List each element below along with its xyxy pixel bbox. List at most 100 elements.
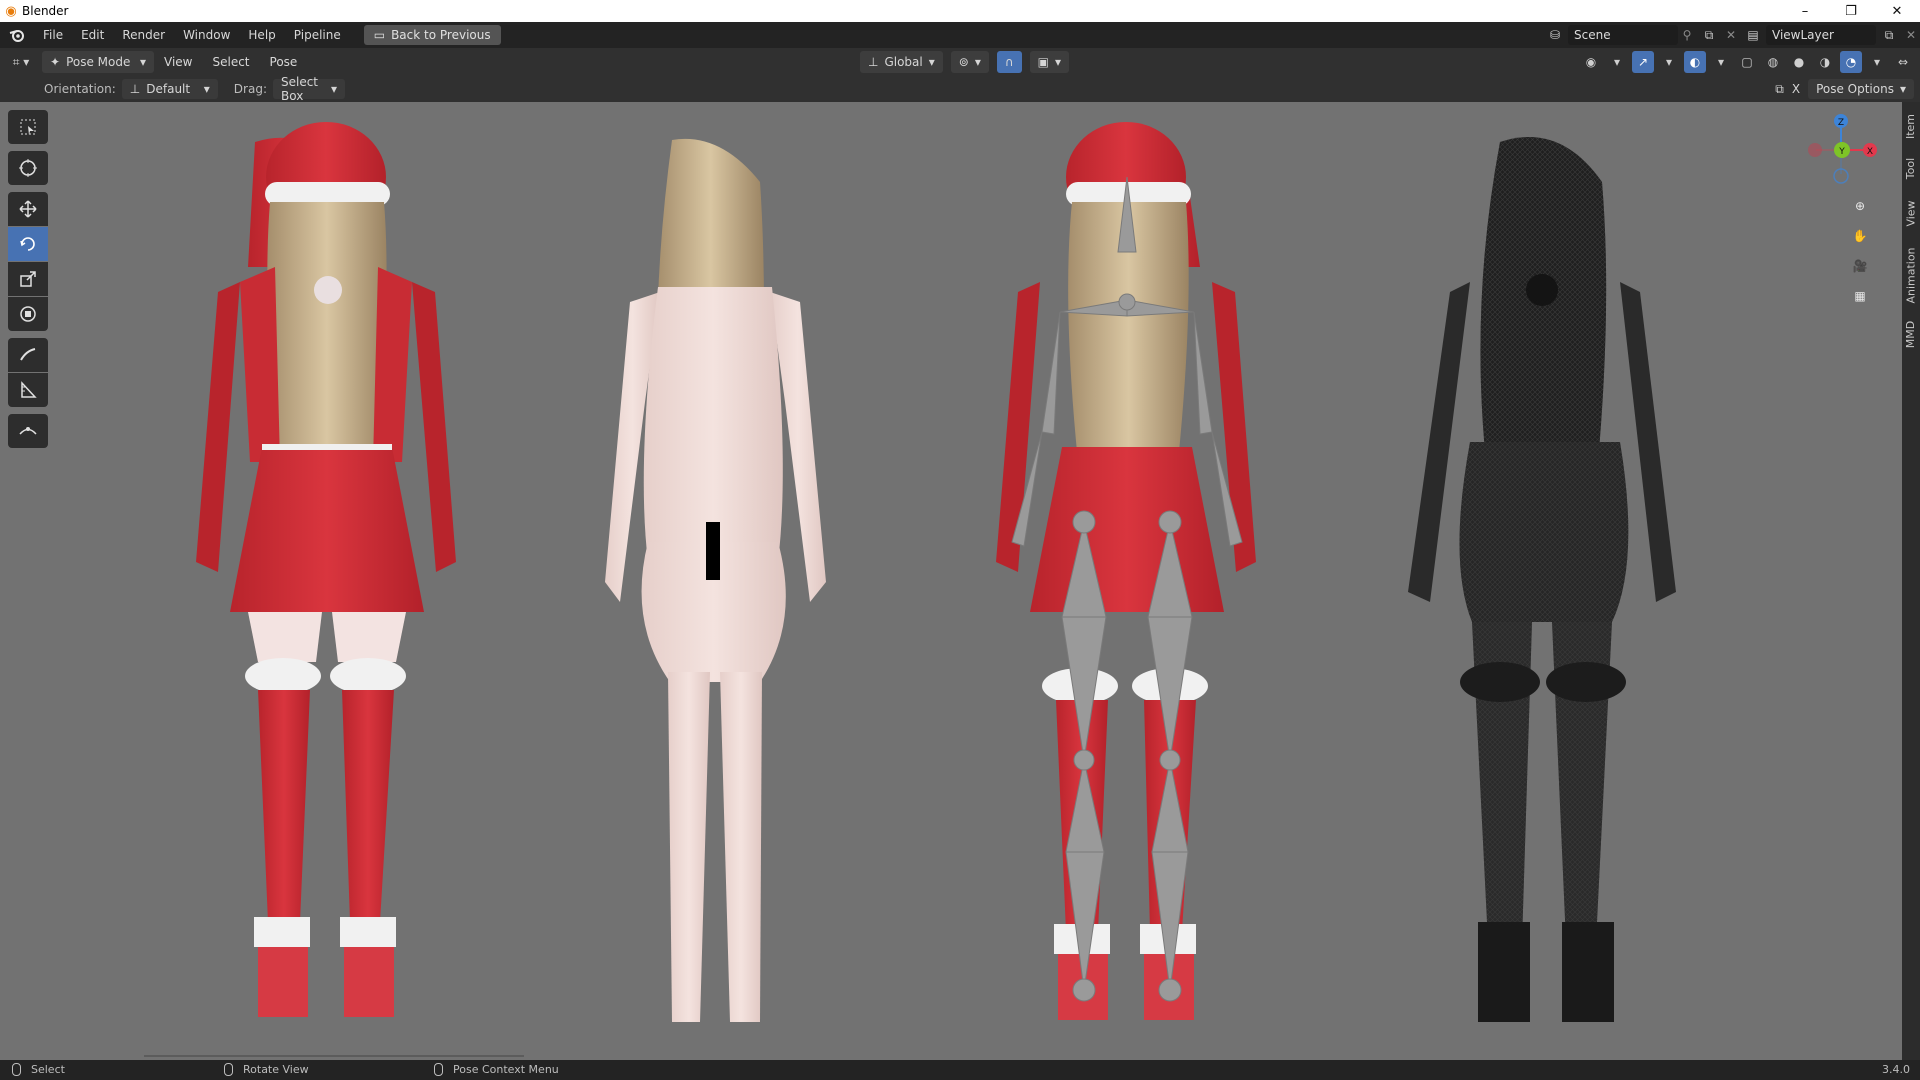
solid-shading-icon[interactable]: ●	[1788, 51, 1810, 73]
new-scene-icon[interactable]: ⧉	[1696, 28, 1722, 43]
tab-mmd[interactable]: MMD	[1902, 316, 1920, 352]
gizmo-toggle-icon[interactable]: ↗	[1632, 51, 1654, 73]
menu-select[interactable]: Select	[202, 55, 259, 69]
interaction-mode-dropdown[interactable]: ✦ Pose Mode ▾	[42, 51, 154, 73]
camera-view-icon[interactable]: 🎥	[1844, 252, 1876, 280]
minimize-button[interactable]: –	[1782, 0, 1828, 22]
pose-options-group: ⧉ X Pose Options ▾	[1775, 79, 1914, 99]
character-santa-armature[interactable]	[996, 122, 1256, 1020]
viewport-scene	[144, 122, 1676, 1057]
scene-name-field[interactable]: Scene	[1568, 25, 1678, 45]
back-to-previous-button[interactable]: ▭ Back to Previous	[363, 25, 501, 45]
window-titlebar: ◉ Blender – ❐ ✕	[0, 0, 1920, 22]
close-button[interactable]: ✕	[1874, 0, 1920, 22]
collapse-arrows-icon[interactable]: ⇔	[1892, 51, 1914, 73]
horizontal-scrollbar[interactable]	[144, 1055, 524, 1057]
overlays-toggle-icon[interactable]: ◐	[1684, 51, 1706, 73]
viewport-display-tools: ◉ ▾ ↗ ▾ ◐ ▾ ▢ ◍ ● ◑ ◔ ▾ ⇔	[1580, 51, 1914, 73]
status-rotate-label: Rotate View	[243, 1063, 309, 1076]
navigation-gizmo[interactable]: Z Y X	[1796, 108, 1886, 198]
viewlayer-icon[interactable]: ▤	[1740, 28, 1766, 42]
remove-scene-icon[interactable]: ✕	[1722, 28, 1740, 42]
mode-label: Pose Mode	[66, 55, 131, 69]
material-shading-icon[interactable]: ◑	[1814, 51, 1836, 73]
wireframe-shading-icon[interactable]: ◍	[1762, 51, 1784, 73]
pose-breakdowner-tool[interactable]	[8, 414, 48, 448]
transform-tools: ⊥ Global ▾ ⊚ ▾ ∩ ▣ ▾	[860, 51, 1070, 73]
menu-edit[interactable]: Edit	[72, 28, 113, 42]
gizmo-x-label: X	[1867, 147, 1873, 157]
status-rotate-hint: Rotate View	[224, 1063, 309, 1076]
snap-toggle[interactable]: ∩	[996, 51, 1022, 73]
new-viewlayer-icon[interactable]: ⧉	[1876, 28, 1902, 43]
select-box-tool[interactable]	[8, 110, 48, 144]
pivot-point-dropdown[interactable]: ⊚ ▾	[950, 51, 989, 73]
menu-file[interactable]: File	[34, 28, 72, 42]
viewlayer-name-field[interactable]: ViewLayer	[1766, 25, 1876, 45]
drag-value: Select Box	[280, 75, 319, 103]
3d-viewport[interactable]	[0, 102, 1902, 1060]
editor-type-icon[interactable]: ⌗ ▾	[0, 55, 42, 70]
tool-shelf	[8, 110, 48, 449]
transform-tool[interactable]	[8, 297, 48, 331]
orientation-label: Orientation:	[44, 82, 116, 96]
pan-hand-icon[interactable]: ✋	[1844, 222, 1876, 250]
menu-view[interactable]: View	[154, 55, 202, 69]
cursor-tool[interactable]	[8, 151, 48, 185]
chevron-down-icon: ▾	[203, 82, 210, 96]
remove-viewlayer-icon[interactable]: ✕	[1902, 28, 1920, 42]
mirror-icon[interactable]: ⧉	[1775, 82, 1784, 97]
zoom-icon[interactable]: ⊕	[1844, 192, 1876, 220]
xray-toggle-icon[interactable]: ▢	[1736, 51, 1758, 73]
window-title: Blender	[22, 4, 69, 18]
measure-tool[interactable]	[8, 373, 48, 407]
character-santa-back[interactable]	[196, 122, 456, 1017]
chevron-down-icon[interactable]: ▾	[1606, 51, 1628, 73]
drag-dropdown[interactable]: Select Box ▾	[272, 75, 345, 103]
blender-menu-icon[interactable]	[0, 28, 34, 42]
snap-target-icon: ▣	[1037, 55, 1049, 69]
chevron-down-icon: ▾	[330, 82, 337, 96]
chevron-down-icon[interactable]: ▾	[1658, 51, 1680, 73]
tab-animation[interactable]: Animation	[1902, 242, 1920, 308]
rotate-tool[interactable]	[8, 227, 48, 261]
orientation-value: Default	[146, 82, 191, 96]
pivot-icon: ⊚	[958, 55, 969, 69]
tab-tool[interactable]: Tool	[1902, 150, 1920, 186]
axes-icon: ⊥	[129, 82, 141, 96]
scene-selector-group: ⛁ Scene ⚲ ⧉ ✕ ▤ ViewLayer ⧉ ✕	[1542, 22, 1920, 48]
pose-options-dropdown[interactable]: Pose Options ▾	[1808, 79, 1914, 99]
restore-button[interactable]: ❐	[1828, 0, 1874, 22]
menu-render[interactable]: Render	[113, 28, 174, 42]
tab-view[interactable]: View	[1902, 194, 1920, 232]
chevron-down-icon[interactable]: ▾	[1710, 51, 1732, 73]
menu-window[interactable]: Window	[174, 28, 239, 42]
gizmo-z-label: Z	[1838, 118, 1844, 128]
chevron-down-icon: ▾	[139, 55, 146, 69]
menu-pose[interactable]: Pose	[260, 55, 308, 69]
blender-logo-icon: ◉	[5, 3, 17, 19]
x-mirror-label[interactable]: X	[1792, 82, 1800, 96]
status-context-label: Pose Context Menu	[453, 1063, 559, 1076]
menu-pipeline[interactable]: Pipeline	[285, 28, 350, 42]
move-tool[interactable]	[8, 192, 48, 226]
pose-options-label: Pose Options	[1816, 82, 1894, 96]
status-context-hint: Pose Context Menu	[434, 1063, 559, 1076]
orientation-dropdown[interactable]: ⊥ Default ▾	[121, 79, 218, 99]
viewlayer-name: ViewLayer	[1772, 28, 1834, 42]
scene-icon[interactable]: ⛁	[1542, 28, 1568, 42]
annotate-tool[interactable]	[8, 338, 48, 372]
visibility-icon[interactable]: ◉	[1580, 51, 1602, 73]
rendered-shading-icon[interactable]: ◔	[1840, 51, 1862, 73]
chevron-down-icon[interactable]: ▾	[1866, 51, 1888, 73]
menu-help[interactable]: Help	[239, 28, 284, 42]
character-wireframe[interactable]	[1408, 137, 1676, 1022]
pin-icon[interactable]: ⚲	[1678, 28, 1696, 42]
scale-tool[interactable]	[8, 262, 48, 296]
transform-orientation-dropdown[interactable]: ⊥ Global ▾	[860, 51, 943, 73]
tab-item[interactable]: Item	[1902, 108, 1920, 144]
mouse-left-icon	[12, 1063, 21, 1076]
snap-settings-dropdown[interactable]: ▣ ▾	[1029, 51, 1070, 73]
character-base-mesh-back[interactable]	[605, 138, 826, 1022]
ortho-grid-icon[interactable]: ▦	[1844, 282, 1876, 310]
